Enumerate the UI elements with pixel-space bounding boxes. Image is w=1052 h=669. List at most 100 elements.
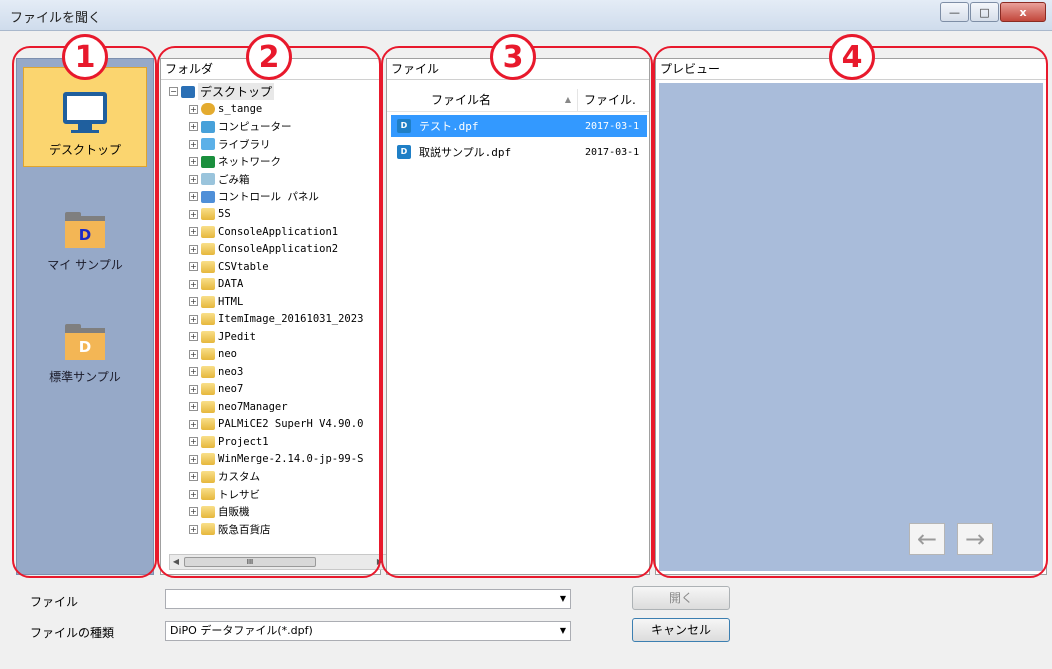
expand-icon[interactable]: + <box>189 244 198 254</box>
close-button[interactable]: x <box>1000 2 1046 22</box>
tree-item[interactable]: + ネットワーク <box>169 153 387 171</box>
expand-icon[interactable]: + <box>189 437 198 447</box>
expand-icon[interactable]: + <box>189 402 198 412</box>
expand-icon[interactable]: + <box>189 332 198 342</box>
expand-icon[interactable]: + <box>189 367 198 377</box>
file-row[interactable]: D テスト.dpf 2017-03-1 <box>391 115 647 137</box>
place-my-samples[interactable]: D マイ サンプル <box>23 181 147 281</box>
expand-icon[interactable]: + <box>189 472 198 482</box>
tree-item[interactable]: + CSVtable <box>169 258 387 276</box>
column-header-date[interactable]: ファイル. <box>577 89 636 111</box>
folder-icon <box>201 278 215 291</box>
tree-item[interactable]: + ItemImage_20161031_2023 <box>169 311 387 329</box>
tree-item[interactable]: + カスタム <box>169 468 387 486</box>
maximize-button[interactable]: □ <box>970 2 999 22</box>
tree-item[interactable]: + PALMiCE2 SuperH V4.90.0 <box>169 416 387 434</box>
scroll-right-icon[interactable]: ▶ <box>374 555 386 569</box>
preview-area: ← → <box>659 83 1043 571</box>
scroll-left-icon[interactable]: ◀ <box>170 555 182 569</box>
file-date: 2017-03-1 <box>585 120 640 132</box>
folder-tree[interactable]: − デスクトップ + s_tange + コンピューター + ライブラリ + ネットワーク + ご… <box>169 83 387 538</box>
minimize-button[interactable]: — <box>940 2 969 22</box>
folder-icon <box>201 470 215 483</box>
tree-item[interactable]: + DATA <box>169 276 387 294</box>
tree-item[interactable]: + トレサビ <box>169 486 387 504</box>
place-desktop[interactable]: デスクトップ <box>23 67 147 167</box>
d-folder-icon: D <box>65 212 105 248</box>
expand-icon[interactable]: + <box>189 139 198 149</box>
tree-item[interactable]: + neo <box>169 346 387 364</box>
tree-item[interactable]: + WinMerge-2.14.0-jp-99-S <box>169 451 387 469</box>
tree-item[interactable]: + ConsoleApplication1 <box>169 223 387 241</box>
tree-item[interactable]: + neo7 <box>169 381 387 399</box>
tree-item[interactable]: + Project1 <box>169 433 387 451</box>
file-name-combobox[interactable]: ▼ <box>165 589 571 609</box>
tree-item[interactable]: + ごみ箱 <box>169 171 387 189</box>
expand-icon[interactable]: + <box>189 524 198 534</box>
expand-icon[interactable]: + <box>189 262 198 272</box>
folder-icon <box>201 330 215 343</box>
tree-item[interactable]: + コントロール パネル <box>169 188 387 206</box>
expand-icon[interactable]: + <box>189 174 198 184</box>
preview-panel: プレビュー ← → <box>655 58 1047 575</box>
title-bar: ファイルを聞く — □ x <box>0 0 1052 31</box>
expand-icon[interactable]: + <box>189 279 198 289</box>
tree-item-label: JPedit <box>218 330 256 343</box>
expand-icon[interactable]: + <box>189 384 198 394</box>
tree-item-label: neo7Manager <box>218 400 288 413</box>
expand-icon[interactable]: + <box>189 489 198 499</box>
tree-item[interactable]: + コンピューター <box>169 118 387 136</box>
expand-icon[interactable]: + <box>189 122 198 132</box>
tree-item[interactable]: + s_tange <box>169 101 387 119</box>
annotation-badge-3: 3 <box>490 34 536 80</box>
file-row[interactable]: D 取説サンプル.dpf 2017-03-1 <box>391 141 647 163</box>
sort-ascending-icon: ▲ <box>564 95 571 104</box>
file-name: テスト.dpf <box>419 120 479 133</box>
expand-icon[interactable]: + <box>189 192 198 202</box>
open-button[interactable]: 開く <box>632 586 730 610</box>
scroll-thumb[interactable]: III <box>184 557 316 567</box>
expand-icon[interactable]: + <box>189 314 198 324</box>
expand-icon[interactable]: + <box>189 297 198 307</box>
tree-item[interactable]: + ConsoleApplication2 <box>169 241 387 259</box>
column-header-name[interactable]: ファイル名 ▲ <box>387 89 577 111</box>
tree-item-label: 阪急百貨店 <box>218 523 271 536</box>
tree-item-label: ConsoleApplication2 <box>218 243 339 256</box>
tree-item[interactable]: + 自販機 <box>169 503 387 521</box>
tree-item[interactable]: + HTML <box>169 293 387 311</box>
tree-item[interactable]: + neo7Manager <box>169 398 387 416</box>
horizontal-scrollbar[interactable]: ◀ III ▶ <box>169 554 387 570</box>
tree-item[interactable]: +5S <box>169 206 387 224</box>
expand-icon[interactable]: + <box>189 349 198 359</box>
expand-icon[interactable]: + <box>189 209 198 219</box>
expand-icon[interactable]: + <box>189 454 198 464</box>
expand-icon[interactable]: + <box>189 507 198 517</box>
folder-icon <box>201 453 215 466</box>
file-name: 取説サンプル.dpf <box>419 146 512 159</box>
expand-icon[interactable]: + <box>189 104 198 114</box>
file-type-select[interactable]: DiPO データファイル(*.dpf) ▼ <box>165 621 571 641</box>
tree-item-label: コンピューター <box>218 121 292 134</box>
previous-page-button[interactable]: ← <box>909 523 945 555</box>
tree-item[interactable]: + neo3 <box>169 363 387 381</box>
tree-root[interactable]: − デスクトップ <box>169 83 387 101</box>
cancel-button[interactable]: キャンセル <box>632 618 730 642</box>
tree-item-label: Project1 <box>218 435 269 448</box>
computer-icon <box>201 120 215 133</box>
next-page-button[interactable]: → <box>957 523 993 555</box>
tree-item-label: DATA <box>218 278 244 291</box>
file-name-label: ファイル <box>30 595 79 609</box>
place-standard-samples[interactable]: D 標準サンプル <box>23 293 147 393</box>
folder-icon <box>201 243 215 256</box>
tree-item[interactable]: + JPedit <box>169 328 387 346</box>
tree-item-label: CSVtable <box>218 260 269 273</box>
expand-icon[interactable]: + <box>189 419 198 429</box>
collapse-icon[interactable]: − <box>169 87 178 97</box>
expand-icon[interactable]: + <box>189 157 198 167</box>
expand-icon[interactable]: + <box>189 227 198 237</box>
file-type-label: ファイルの種類 <box>30 626 115 640</box>
tree-item[interactable]: + 阪急百貨店 <box>169 521 387 539</box>
dropdown-arrow-icon[interactable]: ▼ <box>560 590 566 608</box>
dropdown-arrow-icon[interactable]: ▼ <box>560 622 566 640</box>
tree-item[interactable]: + ライブラリ <box>169 136 387 154</box>
